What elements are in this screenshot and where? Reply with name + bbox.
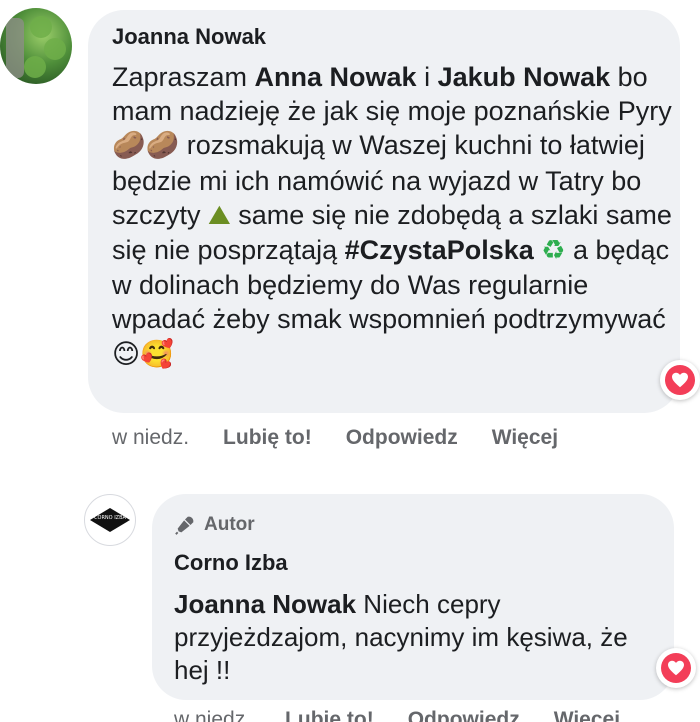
more-button[interactable]: Więcej <box>492 426 558 450</box>
reply-button[interactable]: Odpowiedz <box>346 426 458 450</box>
comment-timestamp[interactable]: w niedz. <box>112 426 189 450</box>
mention-link[interactable]: Joanna Nowak <box>174 589 356 619</box>
comment-text-part <box>534 235 542 265</box>
reply-button[interactable]: Odpowiedz <box>408 708 520 722</box>
more-button[interactable]: Więcej <box>554 708 620 722</box>
mention-link[interactable]: Jakub Nowak <box>438 62 611 92</box>
logo-text: CORNO IZBA <box>94 515 126 521</box>
heart-icon <box>665 365 695 395</box>
avatar[interactable]: CORNO IZBA <box>84 494 136 546</box>
comment-text: Joanna Nowak Niech cepry przyjeżdzajom, … <box>174 588 654 687</box>
comment-author[interactable]: Corno Izba <box>174 550 288 576</box>
avatar[interactable] <box>0 8 72 84</box>
heart-reaction-badge[interactable] <box>660 360 700 400</box>
corno-izba-logo-icon: CORNO IZBA <box>90 508 130 532</box>
mention-link[interactable]: Anna Nowak <box>255 62 417 92</box>
heart-icon <box>661 653 691 683</box>
avatar-rock-shape <box>6 18 24 78</box>
heart-reaction-badge[interactable] <box>656 648 696 688</box>
comment-text-part: Zapraszam <box>112 62 255 92</box>
hashtag-link[interactable]: #CzystaPolska <box>345 235 534 265</box>
comment-text-part: i <box>416 62 438 92</box>
comment-actions: w niedz. Lubię to! Odpowiedz Więcej <box>174 708 654 722</box>
microphone-icon <box>175 516 194 535</box>
avatar-leaf-shape <box>44 38 66 60</box>
comment-text: Zapraszam Anna Nowak i Jakub Nowak bo ma… <box>112 60 672 372</box>
potato-emoji-icon: 🥔🥔 <box>112 130 180 162</box>
author-badge: Autor <box>174 514 255 536</box>
smile-emoji-icon: 😊🥰 <box>112 338 174 370</box>
avatar-leaf-shape <box>24 56 46 78</box>
author-badge-label: Autor <box>204 514 255 535</box>
comment-actions: w niedz. Lubię to! Odpowiedz Więcej <box>112 426 592 450</box>
comment-author[interactable]: Joanna Nowak <box>112 24 266 50</box>
comment-timestamp[interactable]: w niedz. <box>174 708 251 722</box>
like-button[interactable]: Lubię to! <box>223 426 312 450</box>
mountain-emoji-icon: ⛰ <box>208 199 231 231</box>
recycle-emoji-icon: ♻ <box>541 235 566 267</box>
avatar-leaf-shape <box>30 16 52 38</box>
like-button[interactable]: Lubię to! <box>285 708 374 722</box>
